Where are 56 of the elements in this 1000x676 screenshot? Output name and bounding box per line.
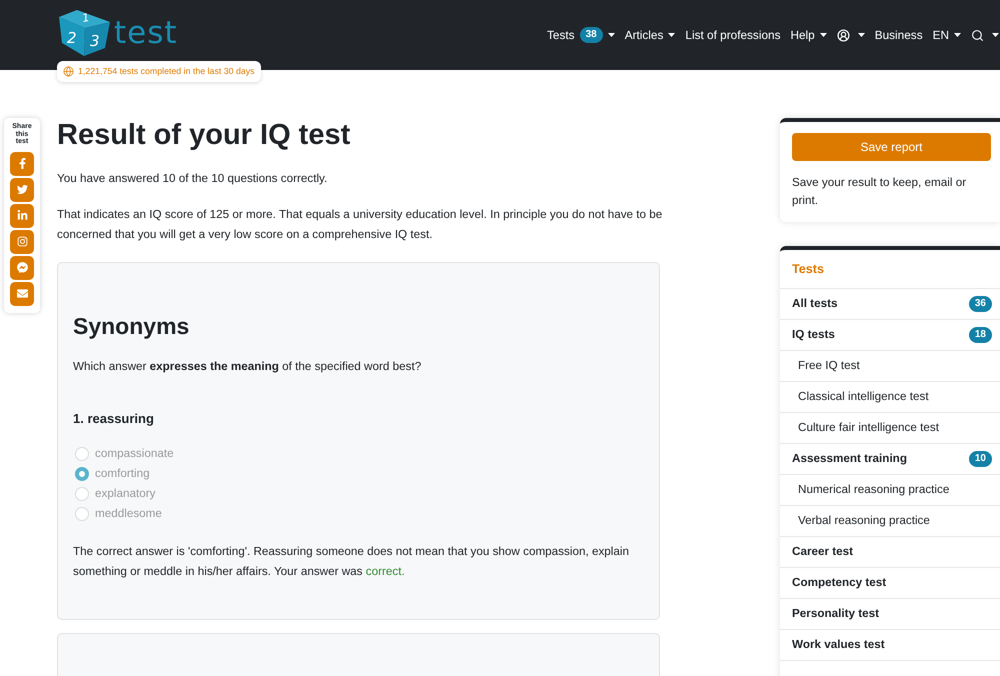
sidebar-menu-item[interactable]: Culture fair intelligence test bbox=[780, 412, 1000, 443]
sidebar-menu-item[interactable]: IQ tests 18 bbox=[780, 319, 1000, 350]
site-logo[interactable]: 1 2 3 test bbox=[57, 9, 178, 57]
nav-link[interactable]: Tests 38 bbox=[547, 25, 615, 45]
question-title: 1. reassuring bbox=[73, 410, 155, 428]
share-button[interactable] bbox=[10, 152, 34, 176]
share-button[interactable] bbox=[10, 282, 34, 306]
count-badge: 10 bbox=[968, 451, 992, 467]
section-heading: Synonyms bbox=[73, 312, 190, 340]
facebook-icon bbox=[16, 158, 28, 169]
option-label: compassionate bbox=[95, 446, 174, 462]
option-label: comforting bbox=[95, 466, 150, 482]
sidebar-menu-item[interactable]: Work values test bbox=[780, 629, 1000, 660]
explanation-text: The correct answer is 'comforting'. Reassuring someone does not mean that you show compassion, explain something or meddle in his/her affairs. Your answer was correct. bbox=[73, 544, 630, 580]
envelope-icon bbox=[16, 288, 28, 299]
sidebar-menu-item[interactable]: Competency test bbox=[780, 567, 1000, 598]
page-title: Result of your IQ test bbox=[57, 118, 352, 152]
radio-button[interactable] bbox=[75, 447, 89, 461]
result-paragraph: That indicates an IQ score of 125 or more. That equals a university education level. In principle you do not have to be concerned that you will get a very low score on a comprehensive IQ test. bbox=[57, 207, 664, 243]
tests-menu-heading: Tests bbox=[791, 260, 825, 278]
instruction-text: Which answer expresses the meaning of the specified word best? bbox=[73, 359, 422, 375]
count-badge: 38 bbox=[580, 27, 603, 43]
linkedin-icon bbox=[16, 210, 28, 221]
count-badge: 18 bbox=[968, 327, 992, 343]
radio-button[interactable] bbox=[75, 487, 89, 501]
save-hint-text: Save your result to keep, email or print. bbox=[792, 175, 968, 209]
radio-button[interactable] bbox=[75, 507, 89, 521]
user-icon bbox=[836, 28, 850, 42]
sidebar-menu-item[interactable]: Verbal reasoning practice bbox=[780, 505, 1000, 536]
messenger-icon bbox=[16, 262, 28, 273]
globe-icon bbox=[63, 66, 74, 77]
share-button[interactable] bbox=[10, 204, 34, 228]
count-badge: 36 bbox=[968, 296, 992, 312]
nav-link[interactable]: Articles bbox=[624, 25, 676, 45]
nav-link[interactable]: List of professions bbox=[685, 25, 780, 45]
instagram-icon bbox=[16, 236, 28, 247]
result-paragraph: You have answered 10 of the 10 questions correctly. bbox=[57, 171, 328, 187]
twitter-icon bbox=[16, 184, 28, 195]
sidebar-menu-item[interactable]: Numerical reasoning practice bbox=[780, 474, 1000, 505]
sidebar-menu-item[interactable]: Career test bbox=[780, 536, 1000, 567]
nav-link[interactable]: Help bbox=[790, 25, 827, 45]
option-label: explanatory bbox=[95, 486, 156, 502]
sidebar-menu-item[interactable]: All tests 36 bbox=[780, 288, 1000, 319]
sidebar-menu-item[interactable]: Classical intelligence test bbox=[780, 381, 1000, 412]
nav-link[interactable]: EN bbox=[932, 25, 961, 45]
sidebar-menu-item[interactable]: Free IQ test bbox=[780, 350, 1000, 381]
nav-link[interactable]: Business bbox=[874, 25, 923, 45]
search-icon bbox=[971, 28, 984, 42]
share-button[interactable] bbox=[10, 178, 34, 202]
radio-button[interactable] bbox=[75, 467, 89, 481]
sidebar-menu-item[interactable]: Personality test bbox=[780, 598, 1000, 629]
stats-text: 1,221,754 tests completed in the last 30 days bbox=[78, 64, 255, 78]
option-label: meddlesome bbox=[95, 506, 162, 522]
sidebar-menu-item[interactable]: Assessment training 10 bbox=[780, 443, 1000, 474]
share-button[interactable] bbox=[10, 230, 34, 254]
share-button[interactable] bbox=[10, 256, 34, 280]
